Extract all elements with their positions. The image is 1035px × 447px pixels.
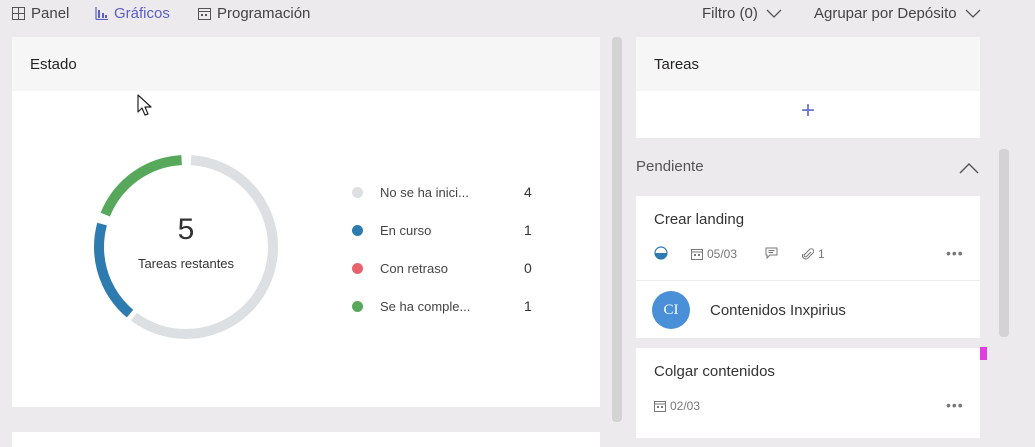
legend-count: 4 [524, 184, 532, 200]
card-divider [636, 280, 980, 281]
chevron-down-icon [766, 9, 782, 18]
add-task-button[interactable]: + [796, 98, 820, 124]
legend-count: 1 [524, 222, 532, 238]
legend-label: Se ha comple... [380, 299, 471, 314]
chevron-up-icon[interactable] [959, 162, 979, 174]
legend-count: 1 [524, 298, 532, 314]
task-description [765, 247, 778, 259]
tasks-panel: Tareas + [636, 37, 980, 138]
legend-count: 0 [524, 260, 532, 276]
bottom-panel [12, 432, 600, 447]
task-due-date: 02/03 [654, 399, 700, 413]
remaining-label: Tareas restantes [137, 256, 235, 271]
tasks-panel-header: Tareas [636, 37, 980, 91]
chevron-down-icon [965, 9, 981, 18]
chart-icon [95, 7, 108, 20]
more-options-icon[interactable]: ••• [946, 245, 964, 261]
legend-row-completed: Se ha comple... 1 [352, 297, 542, 317]
legend-dot-in-progress [352, 225, 363, 236]
legend-row-not-started: No se ha inici... 4 [352, 183, 542, 203]
task-title: Crear landing [654, 211, 745, 228]
scrollbar-thumb[interactable] [612, 37, 622, 422]
comment-icon [765, 247, 778, 259]
tab-panel[interactable]: Panel [12, 5, 69, 22]
task-due-date: 05/03 [691, 247, 737, 261]
tab-graficos-label: Gráficos [114, 5, 170, 22]
label-marker [980, 347, 987, 360]
mouse-cursor-icon [137, 94, 152, 116]
tab-panel-label: Panel [31, 5, 70, 22]
tab-graficos[interactable]: Gráficos [95, 5, 170, 22]
calendar-icon [654, 401, 666, 412]
status-panel-title: Estado [30, 56, 77, 73]
legend-dot-late [352, 263, 363, 274]
legend-label: No se ha inici... [380, 185, 469, 200]
paperclip-icon [802, 247, 814, 259]
group-by-label: Agrupar por Depósito [814, 5, 957, 22]
assignee-name: Contenidos Inxpirius [710, 302, 846, 319]
tasks-panel-title: Tareas [654, 56, 700, 73]
legend-label: En curso [380, 223, 432, 238]
tab-programacion-label: Programación [217, 5, 311, 22]
status-panel-header: Estado [12, 37, 600, 91]
legend-row-late: Con retraso 0 [352, 259, 542, 279]
filter-label: Filtro (0) [702, 5, 758, 22]
task-date: 02/03 [670, 399, 701, 413]
legend-label: Con retraso [380, 261, 448, 276]
legend-dot-completed [352, 301, 363, 312]
task-date: 05/03 [707, 247, 738, 261]
legend-row-in-progress: En curso 1 [352, 221, 542, 241]
bucket-title: Pendiente [636, 158, 704, 175]
more-options-icon[interactable]: ••• [946, 397, 964, 413]
attachment-count: 1 [818, 247, 825, 261]
task-card[interactable]: Crear landing 05/03 1 ••• CI Contenidos … [636, 196, 980, 338]
task-progress [654, 246, 668, 260]
avatar[interactable]: CI [652, 291, 690, 329]
top-bar: Panel Gráficos Programación Filtro (0) A… [0, 0, 1035, 30]
progress-half-icon [654, 246, 668, 260]
task-title: Colgar contenidos [654, 363, 775, 380]
scrollbar-thumb[interactable] [999, 149, 1009, 337]
group-by-button[interactable]: Agrupar por Depósito [814, 5, 981, 22]
remaining-count: 5 [177, 213, 195, 246]
task-card[interactable]: Colgar contenidos 02/03 ••• [636, 348, 980, 438]
grid-icon [12, 7, 25, 20]
tab-programacion[interactable]: Programación [198, 5, 310, 22]
status-donut-chart [94, 155, 278, 339]
calendar-icon [198, 8, 211, 20]
task-attachments: 1 [802, 247, 825, 261]
calendar-icon [691, 249, 703, 260]
filter-button[interactable]: Filtro (0) [702, 5, 782, 22]
status-panel: Estado 5 Tareas restantes No se ha inici… [12, 37, 600, 407]
legend-dot-not-started [352, 187, 363, 198]
